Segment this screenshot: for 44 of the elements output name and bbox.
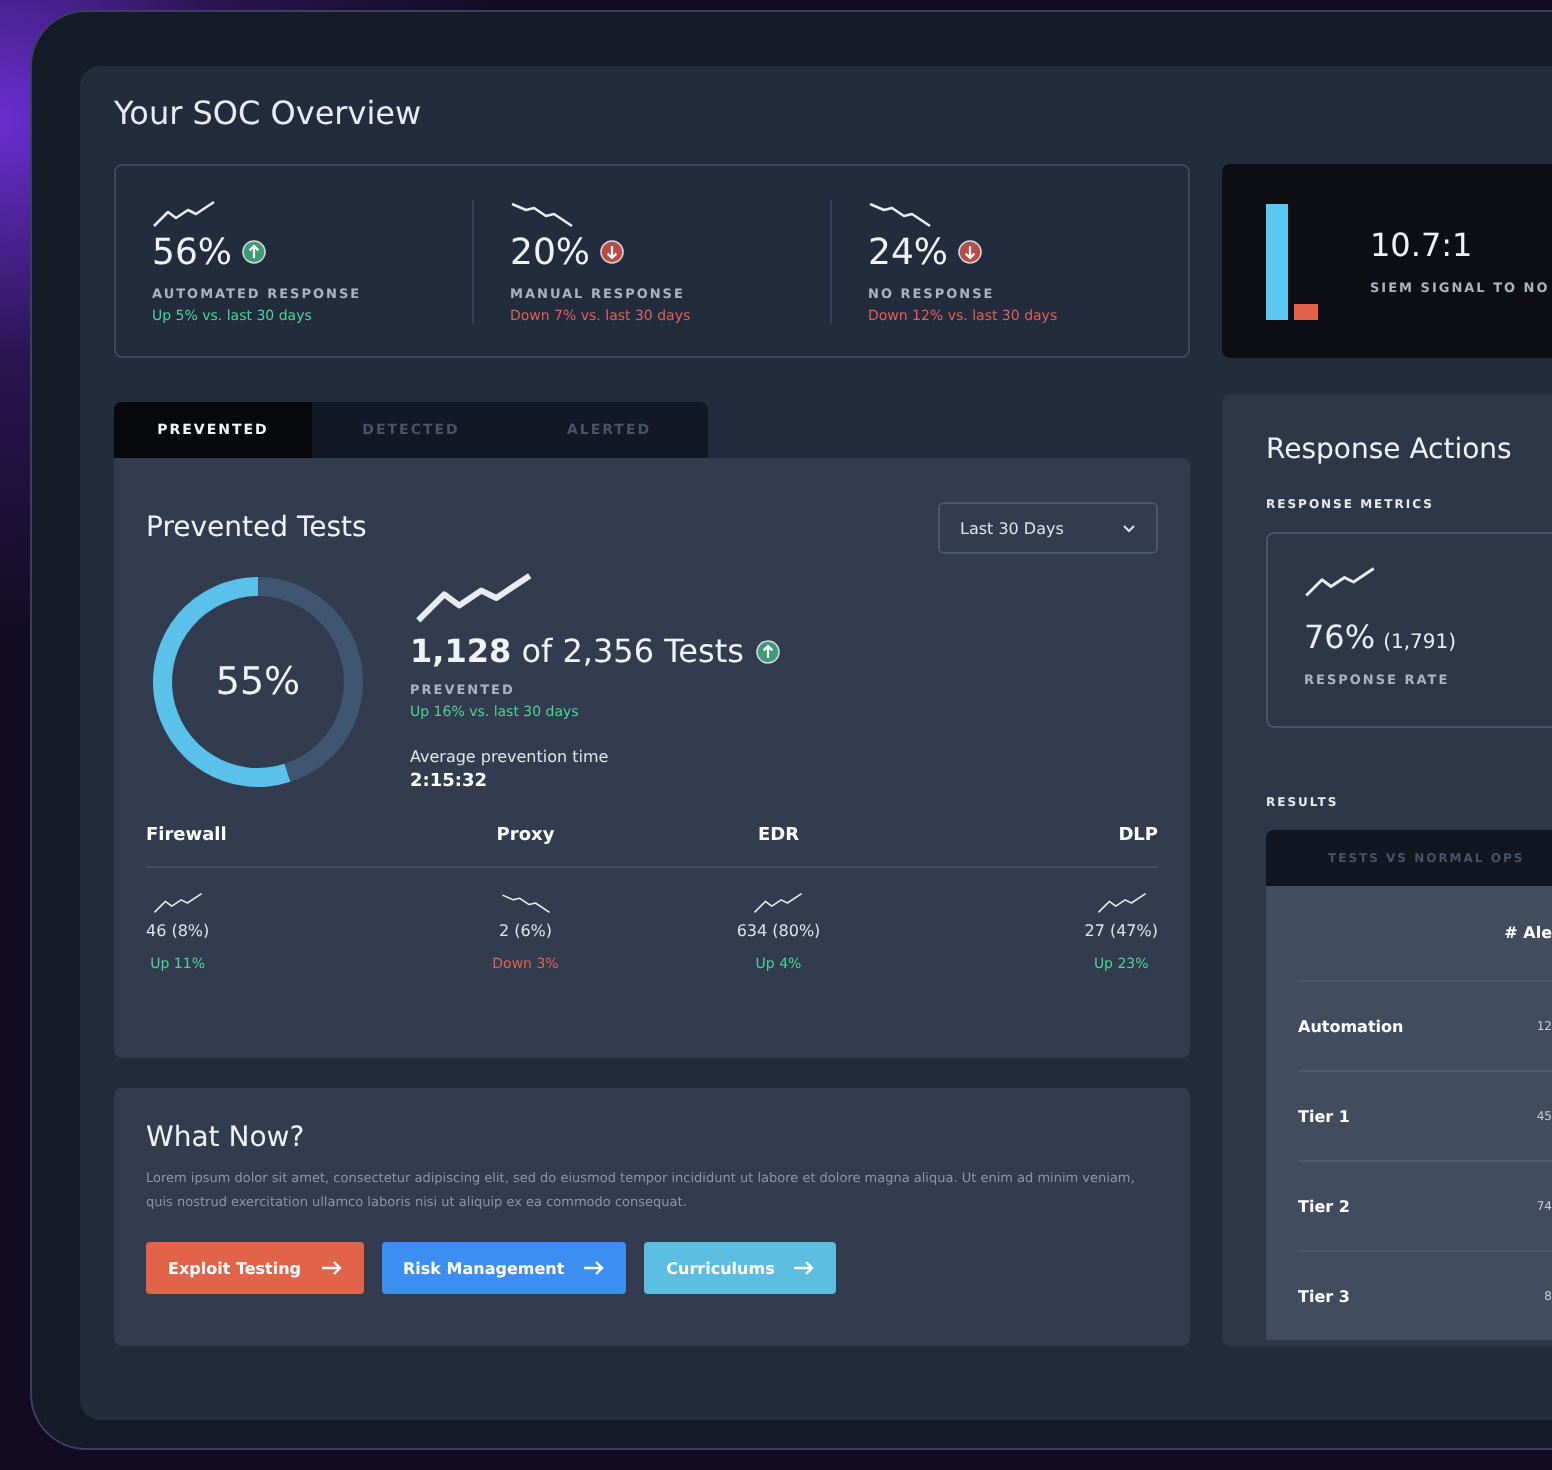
prevented-count: 1,128 of 2,356 Tests — [410, 632, 744, 670]
row-label: Tier 2 — [1298, 1197, 1350, 1215]
metric-value: 76% — [1304, 618, 1376, 656]
panel-title: Prevented Tests — [146, 512, 367, 544]
column-header: Firewall — [146, 826, 399, 868]
range-dropdown[interactable]: Last 30 Days — [938, 502, 1158, 554]
avg-time-label: Average prevention time — [410, 748, 611, 766]
arrow-right-icon — [584, 1260, 605, 1276]
bar-chart-drawing — [1266, 203, 1322, 319]
avg-time-value: 2:15:32 — [410, 772, 490, 792]
arrow-right-icon — [321, 1260, 342, 1276]
column-header: DLP — [905, 826, 1158, 868]
column-header: # Ale — [1504, 924, 1552, 942]
sparkline-icon — [1304, 566, 1376, 598]
kpi-value: 20% — [510, 231, 591, 273]
siem-ratio: 10.7:1 — [1370, 226, 1475, 264]
column-header: Proxy — [399, 826, 652, 868]
panel-title: What Now? — [146, 1122, 307, 1154]
category-value: 27 (47%) — [1084, 922, 1158, 940]
metric-count: (1,791) — [1383, 632, 1456, 654]
category-value: 46 (8%) — [146, 922, 210, 940]
row-label: Tier 3 — [1298, 1287, 1350, 1305]
row-label: Tier 1 — [1298, 1107, 1350, 1125]
sparkline-icon — [152, 199, 216, 227]
sparkline-icon — [752, 892, 805, 914]
action-button[interactable]: Risk Management — [381, 1242, 627, 1294]
chevron-icon — [1122, 523, 1136, 533]
panel-title: Response Actions — [1266, 434, 1514, 466]
arrow-right-icon — [794, 1260, 815, 1276]
column-header: EDR — [652, 826, 905, 868]
kpi-value: 56% — [152, 231, 233, 273]
kpi-value: 24% — [868, 231, 949, 273]
sparkline-icon — [151, 892, 204, 914]
category-value: 2 (6%) — [498, 922, 553, 940]
sparkline-icon — [868, 199, 932, 227]
category-value: 634 (80%) — [736, 922, 821, 940]
sparkline-icon — [510, 199, 574, 227]
sparkline-icon — [499, 892, 552, 914]
row-label: Automation — [1298, 1017, 1404, 1035]
action-button[interactable]: Curriculums — [644, 1242, 837, 1294]
action-button[interactable]: Exploit Testing — [146, 1242, 364, 1294]
sparkline-icon — [1095, 892, 1148, 914]
donut-percent: 55% — [215, 660, 301, 704]
page-title: Your SOC Overview — [114, 94, 424, 132]
